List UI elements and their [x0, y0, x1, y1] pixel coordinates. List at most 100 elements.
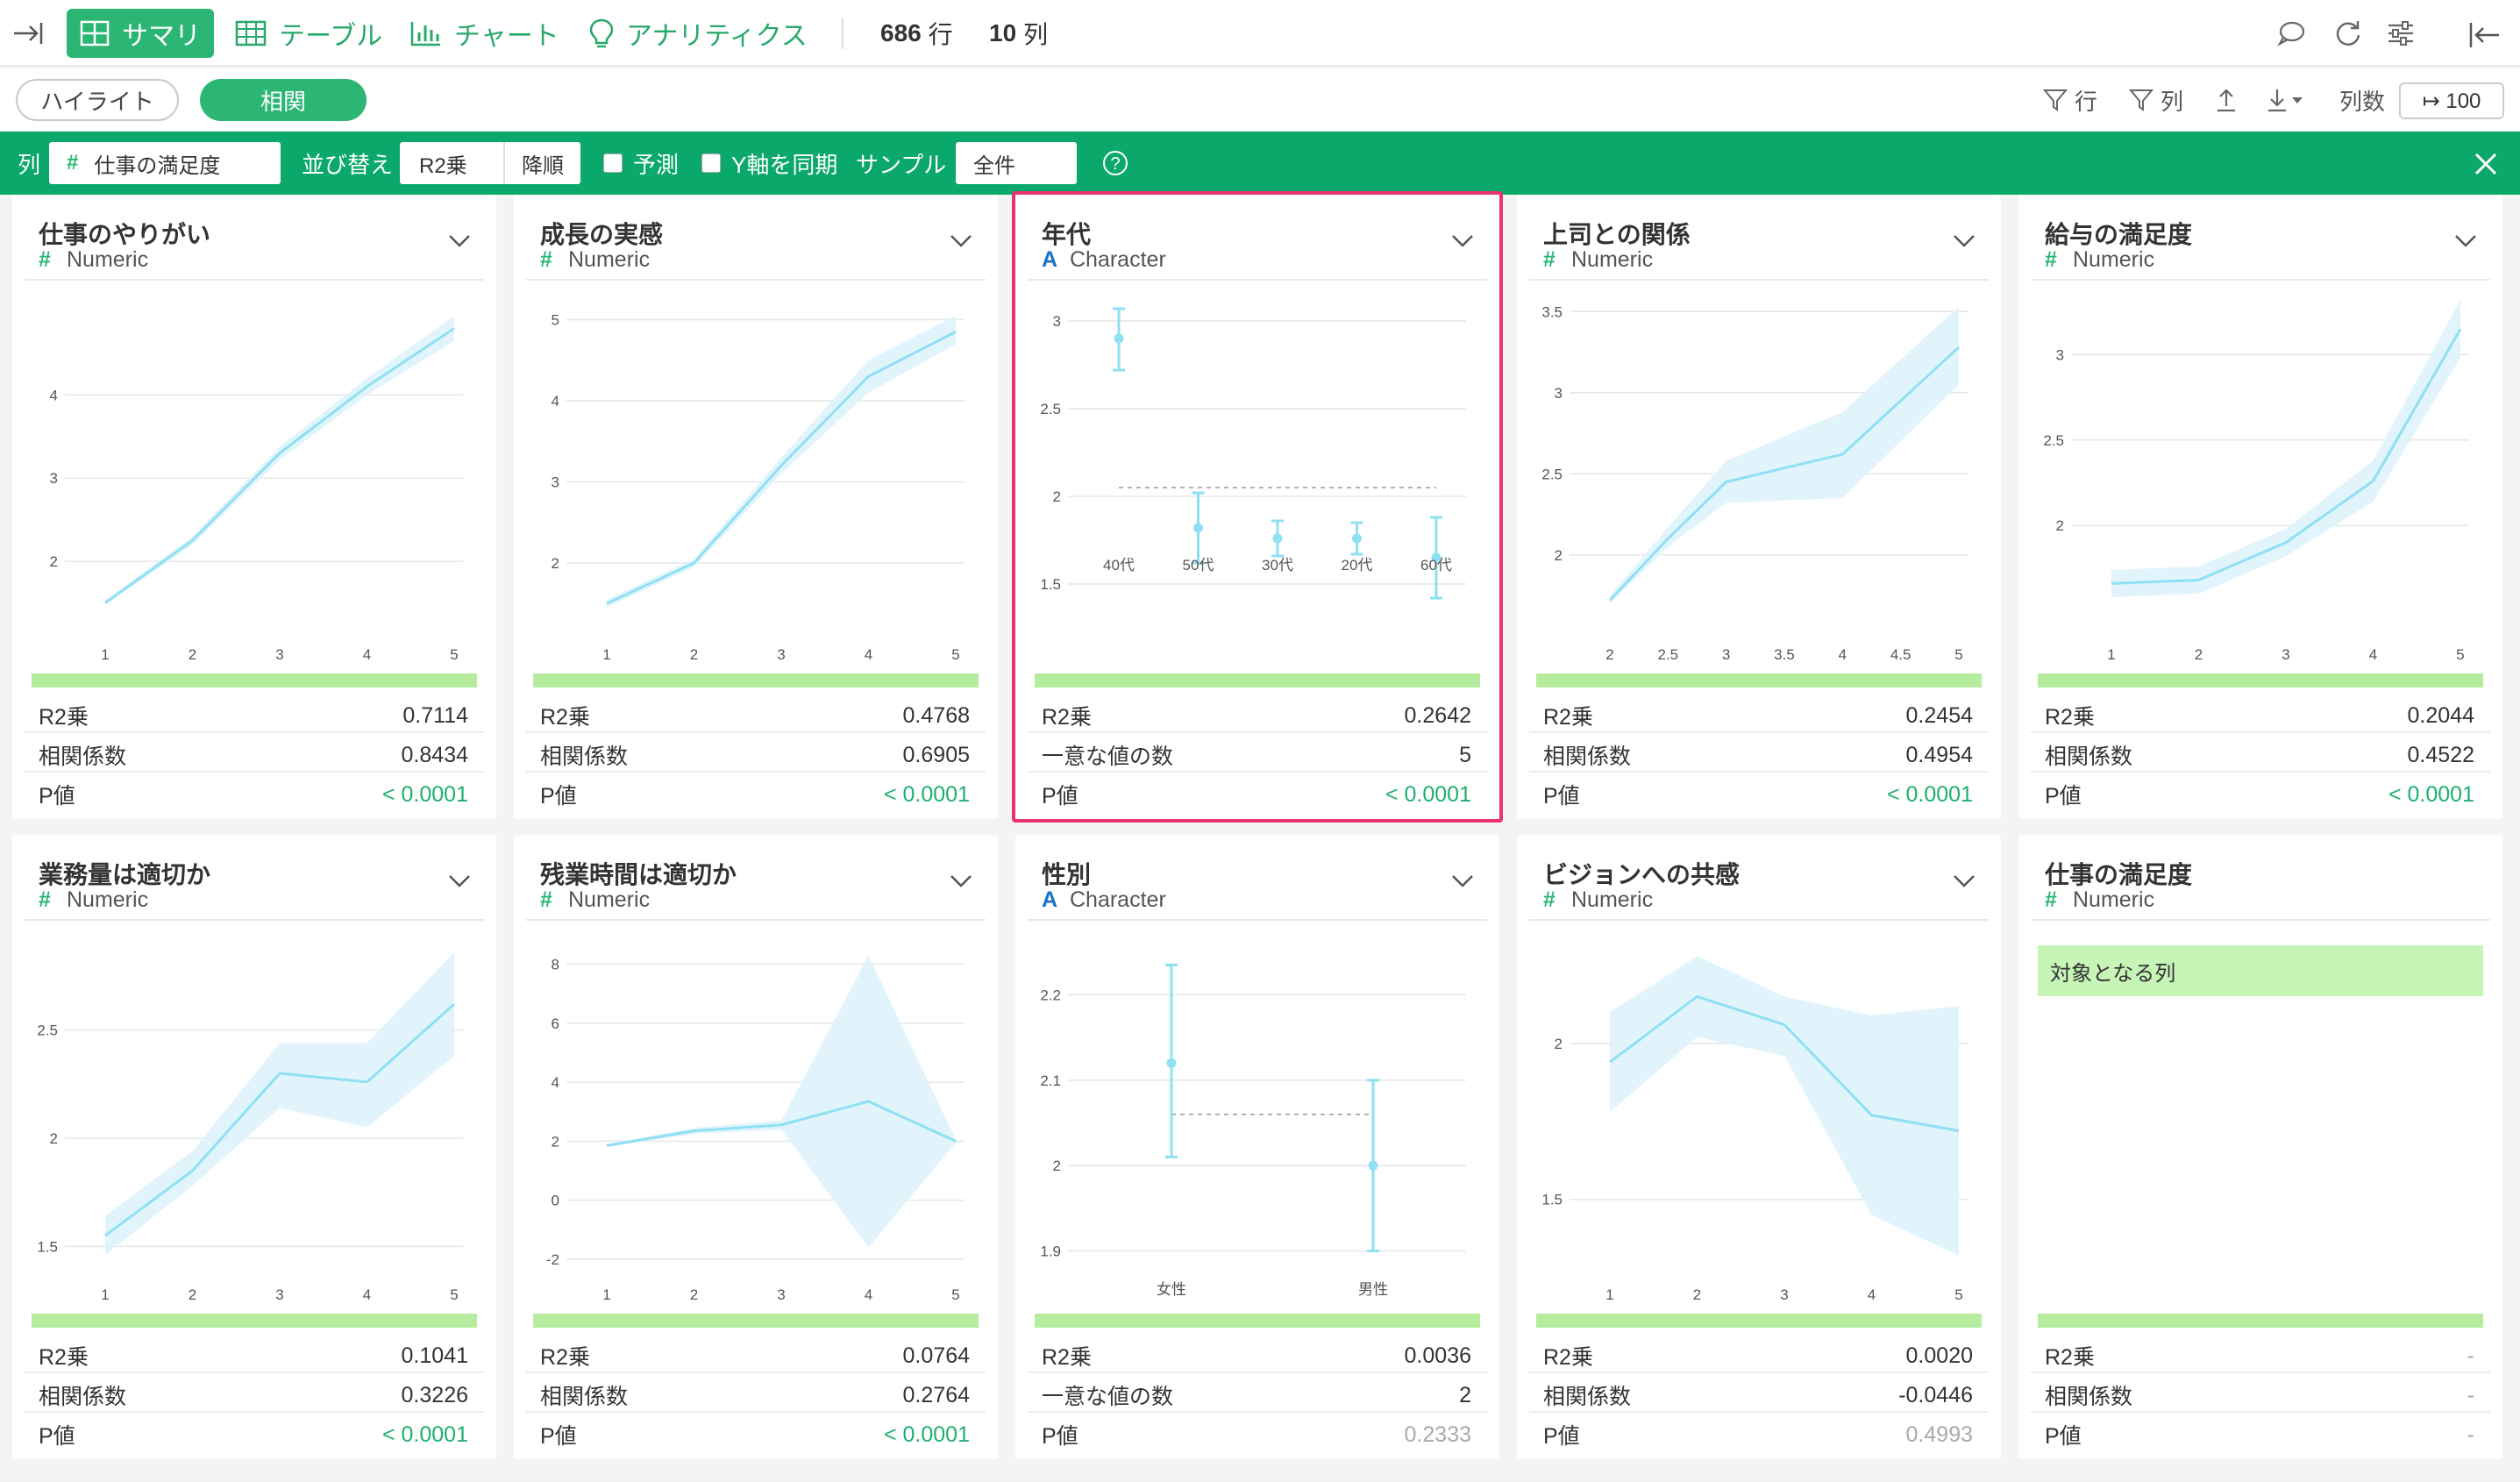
stat-value: 0.1041 [401, 1343, 468, 1368]
stat-label: P値 [1042, 784, 1078, 809]
card-type-label: Numeric [67, 247, 149, 272]
x-tick-label: 4 [363, 646, 371, 663]
chevron-down-icon[interactable] [1450, 233, 1475, 249]
target-column-select[interactable]: # 仕事の満足度 [49, 142, 281, 184]
chevron-down-icon[interactable] [447, 233, 472, 249]
variable-card[interactable]: 仕事のやりがい # Numeric R2乗 0.7114 相関係数 0.8434… [12, 195, 496, 819]
filter-rows-button[interactable]: 行 [2043, 68, 2097, 132]
chevron-down-icon[interactable] [1952, 873, 1976, 889]
sort-metric-select[interactable]: R2乗 [400, 142, 503, 184]
collapse-panel-icon[interactable] [2467, 18, 2502, 53]
stat-label: R2乗 [39, 705, 89, 730]
x-tick-label: 1 [2107, 646, 2115, 663]
column-count-value: 10 [989, 19, 1017, 46]
stat-value: 0.2044 [2407, 703, 2474, 728]
stat-row: R2乗 0.1041 [25, 1335, 484, 1373]
correlation-tab[interactable]: 相関 [200, 79, 367, 121]
y-tick-label: 3 [1555, 385, 1563, 402]
sync-y-axis-checkbox[interactable]: Y軸を同期 [701, 132, 837, 195]
numeric-type-icon: # [67, 151, 79, 175]
chevron-down-icon[interactable] [1450, 873, 1475, 889]
variable-card[interactable]: 給与の満足度 # Numeric R2乗 0.2044 相関係数 0.4522 … [2018, 195, 2502, 819]
card-title: 年代 [1042, 221, 1092, 248]
stat-label: R2乗 [540, 1345, 590, 1370]
tab-table[interactable]: テーブル [235, 0, 382, 67]
x-tick-label: 3 [777, 646, 785, 663]
x-tick-label: 2 [690, 1286, 698, 1303]
chevron-down-icon[interactable] [949, 233, 973, 249]
x-tick-label: 4 [363, 1286, 371, 1303]
y-tick-label: 2.5 [1541, 466, 1563, 482]
variable-card[interactable]: 上司との関係 # Numeric R2乗 0.2454 相関係数 0.4954 … [1517, 195, 2001, 819]
x-tick-label: 3 [275, 1286, 283, 1303]
card-type: # Numeric [1543, 247, 1653, 273]
mean-point [1166, 1058, 1177, 1068]
x-tick-label: 2.5 [1658, 646, 1679, 663]
sample-select[interactable]: 全件 [956, 142, 1077, 184]
expand-panel-icon[interactable] [11, 16, 46, 51]
ncols-input[interactable]: ↦ 100 [2399, 82, 2504, 119]
variable-card[interactable]: 成長の実感 # Numeric R2乗 0.4768 相関係数 0.6905 P… [514, 195, 998, 819]
highlight-tab[interactable]: ハイライト [16, 79, 179, 121]
stat-label: P値 [2045, 1424, 2082, 1449]
tab-summary[interactable]: サマリ [67, 9, 214, 58]
sort-ascending-button[interactable] [2215, 68, 2245, 132]
stat-label: P値 [1543, 784, 1580, 809]
tab-chart[interactable]: チャート [410, 0, 559, 67]
stat-label: 相関係数 [540, 745, 629, 769]
stat-row: 相関係数 -0.0446 [1529, 1374, 1989, 1413]
correlation-strength-bar [2038, 1314, 2483, 1328]
card-type-label: Numeric [2073, 247, 2155, 272]
sort-order-select[interactable]: 降順 [503, 142, 580, 184]
stat-label: R2乗 [39, 1345, 89, 1370]
chevron-down-icon[interactable] [949, 873, 973, 889]
download-button[interactable] [2266, 68, 2313, 132]
stat-row: 相関係数 - [2031, 1374, 2490, 1413]
y-tick-label: 8 [552, 957, 559, 973]
correlation-strength-bar [2038, 673, 2483, 688]
y-tick-label: 2 [552, 1133, 559, 1150]
variable-card[interactable]: 性別 A Character R2乗 0.0036 一意な値の数 2 P値 0.… [1015, 835, 1499, 1459]
card-type: # Numeric [39, 247, 148, 273]
help-button[interactable]: ? [1101, 132, 1129, 195]
stat-value: < 0.0001 [381, 782, 468, 807]
filter-columns-button[interactable]: 列 [2129, 68, 2183, 132]
x-tick-label: 5 [2456, 646, 2464, 663]
x-tick-label: 1 [101, 646, 109, 663]
variable-card[interactable]: 業務量は適切か # Numeric R2乗 0.1041 相関係数 0.3226… [12, 835, 496, 1459]
y-tick-label: 2.5 [37, 1022, 58, 1039]
checkbox-box[interactable] [701, 153, 721, 173]
confidence-band [105, 951, 454, 1256]
numeric-type-icon: # [1543, 887, 1555, 912]
settings-sliders-icon[interactable] [2385, 18, 2417, 49]
variable-card[interactable]: 年代 A Character R2乗 0.2642 一意な値の数 5 P値 < … [1012, 191, 1503, 823]
card-type: A Character [1042, 887, 1166, 913]
card-title: 性別 [1042, 861, 1092, 888]
card-title: 業務量は適切か [39, 861, 211, 888]
tab-analytics[interactable]: アナリティクス [589, 0, 808, 67]
stat-value: < 0.0001 [883, 782, 970, 807]
comment-icon[interactable] [2276, 19, 2306, 47]
top-toolbar: サマリ テーブル チャート アナリティクス 686 行 10 列 [0, 0, 2520, 67]
y-tick-label: 1.5 [37, 1238, 58, 1255]
stat-value: 0.0020 [1905, 1343, 1973, 1368]
refresh-icon[interactable] [2332, 18, 2364, 49]
chevron-down-icon[interactable] [447, 873, 472, 889]
variable-card[interactable]: 残業時間は適切か # Numeric R2乗 0.0764 相関係数 0.276… [514, 835, 998, 1459]
checkbox-box[interactable] [603, 153, 623, 173]
card-title: 仕事のやりがい [39, 221, 211, 248]
variable-card[interactable]: ビジョンへの共感 # Numeric R2乗 0.0020 相関係数 -0.04… [1517, 835, 2001, 1459]
stat-row: P値 < 0.0001 [2031, 773, 2490, 812]
card-title: ビジョンへの共感 [1543, 861, 1741, 888]
predict-checkbox[interactable]: 予測 [603, 132, 679, 195]
variable-card[interactable]: 仕事の満足度 # Numeric 対象となる列 R2乗 - 相関係数 - P値 … [2018, 835, 2502, 1459]
y-tick-label: 1.5 [1040, 576, 1061, 593]
correlation-chart: 2 2.5 3 3.5 2 2.5 3 3.5 4 4.5 5 [1541, 303, 1968, 663]
mean-point [1272, 533, 1283, 544]
x-tick-label: 4.5 [1890, 646, 1911, 663]
close-icon[interactable] [2473, 151, 2499, 177]
chevron-down-icon[interactable] [2453, 233, 2478, 249]
arrow-up-icon [2217, 89, 2235, 112]
chevron-down-icon[interactable] [1952, 233, 1976, 249]
stat-row: P値 - [2031, 1414, 2490, 1452]
